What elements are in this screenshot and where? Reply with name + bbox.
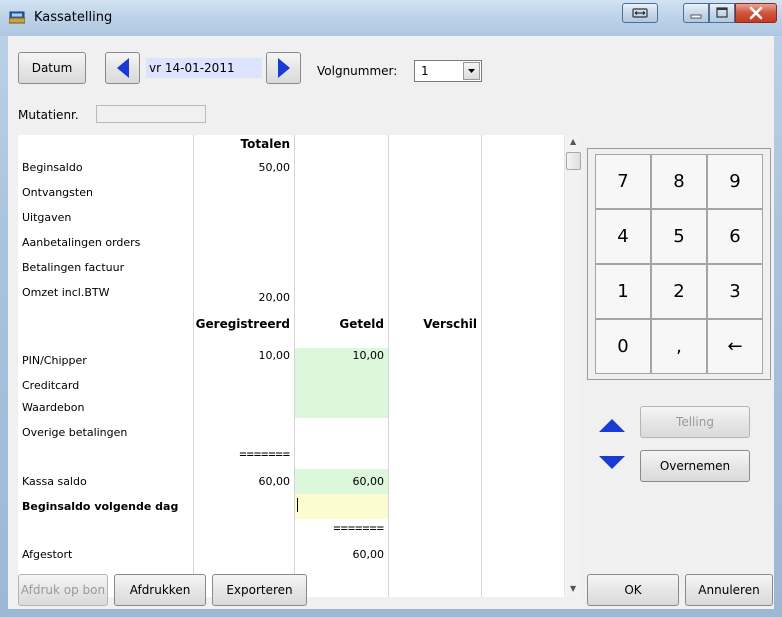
key-5[interactable]: 5 xyxy=(651,209,707,264)
annuleren-button[interactable]: Annuleren xyxy=(685,574,773,606)
row-value-uitgaven xyxy=(193,205,294,230)
row-label-afgestort: Afgestort xyxy=(22,548,73,561)
header-geregistreerd: Geregistreerd xyxy=(195,316,290,331)
row-value-ontvangsten xyxy=(193,180,294,205)
header-geteld: Geteld xyxy=(339,316,384,331)
row-geteld-overige[interactable] xyxy=(294,420,388,445)
date-field[interactable]: vr 14-01-2011 xyxy=(146,58,262,78)
resize-arrows-icon xyxy=(632,8,648,18)
row-label-waardebon: Waardebon xyxy=(22,401,85,414)
totals-separator: ======= xyxy=(239,446,290,461)
key-3[interactable]: 3 xyxy=(707,264,763,319)
afgestort-separator: ======= xyxy=(333,520,384,535)
mutatienr-field xyxy=(96,105,206,123)
maximize-icon xyxy=(716,7,728,18)
key-0[interactable]: 0 xyxy=(595,319,651,374)
previous-date-button[interactable] xyxy=(105,52,140,84)
volgnummer-select[interactable]: 1 xyxy=(414,60,482,82)
minimize-icon xyxy=(690,14,702,19)
row-label-beginsaldo-volgende: Beginsaldo volgende dag xyxy=(22,500,179,513)
row-value-aanbetalingen xyxy=(193,230,294,255)
arrow-left-icon xyxy=(116,58,129,78)
key-6[interactable]: 6 xyxy=(707,209,763,264)
key-9[interactable]: 9 xyxy=(707,154,763,209)
row-label-ontvangsten: Ontvangsten xyxy=(22,186,93,199)
kassa-grid[interactable]: Totalen Beginsaldo 50,00 Ontvangsten Uit… xyxy=(18,135,581,597)
mutatienr-label: Mutatienr. xyxy=(18,108,79,122)
volgnummer-value: 1 xyxy=(421,64,429,78)
row-geteld-waardebon[interactable] xyxy=(294,395,388,420)
cash-register-icon xyxy=(9,11,25,24)
scroll-down-icon[interactable]: ▼ xyxy=(570,584,576,593)
arrow-up-icon xyxy=(599,419,625,432)
dropdown-arrow[interactable] xyxy=(463,62,480,80)
numeric-keypad: 7 8 9 4 5 6 1 2 3 0 , ← xyxy=(587,148,771,380)
maximize-button[interactable] xyxy=(709,3,735,23)
row-value-betalingen-factuur xyxy=(193,255,294,280)
row-value-omzet: 20,00 xyxy=(258,291,291,304)
close-button[interactable] xyxy=(735,3,777,23)
exporteren-button[interactable]: Exporteren xyxy=(212,574,307,606)
close-icon xyxy=(749,6,763,20)
grid-scrollbar[interactable]: ▲ ▼ xyxy=(564,135,581,597)
row-label-pin: PIN/Chipper xyxy=(22,354,87,367)
row-label-beginsaldo: Beginsaldo xyxy=(22,161,83,174)
afdrukken-button[interactable]: Afdrukken xyxy=(114,574,206,606)
row-value-beginsaldo: 50,00 xyxy=(258,161,291,174)
key-7[interactable]: 7 xyxy=(595,154,651,209)
ok-button[interactable]: OK xyxy=(587,574,679,606)
volgnummer-label: Volgnummer: xyxy=(317,64,398,78)
scroll-up-icon[interactable]: ▲ xyxy=(570,137,576,146)
overnemen-button[interactable]: Overnemen xyxy=(640,450,750,482)
row-value-afgestort: 60,00 xyxy=(352,548,385,561)
key-4[interactable]: 4 xyxy=(595,209,651,264)
datum-button[interactable]: Datum xyxy=(18,52,86,84)
row-geregistreerd-kassa-saldo: 60,00 xyxy=(258,475,291,488)
header-verschil: Verschil xyxy=(423,316,477,331)
row-geteld-pin[interactable]: 10,00 xyxy=(294,343,388,368)
column-divider xyxy=(481,135,482,597)
minimize-button[interactable] xyxy=(683,3,709,23)
telling-button[interactable]: Telling xyxy=(640,406,750,438)
window-frame: Kassatelling Datum vr 14-01-2011 Volgnum… xyxy=(0,0,782,617)
row-label-overige: Overige betalingen xyxy=(22,426,128,439)
row-label-omzet: Omzet incl.BTW xyxy=(22,286,110,299)
key-2[interactable]: 2 xyxy=(651,264,707,319)
scrollbar-thumb[interactable] xyxy=(566,152,581,170)
key-8[interactable]: 8 xyxy=(651,154,707,209)
row-label-betalingen-factuur: Betalingen factuur xyxy=(22,261,125,274)
afdruk-op-bon-button[interactable]: Afdruk op bon xyxy=(18,574,108,606)
next-date-button[interactable] xyxy=(266,52,301,84)
move-down-button[interactable] xyxy=(592,450,632,476)
key-comma[interactable]: , xyxy=(651,319,707,374)
arrow-down-icon xyxy=(599,456,625,469)
client-area: Datum vr 14-01-2011 Volgnummer: 1 Mutati… xyxy=(8,36,774,609)
title-bar[interactable]: Kassatelling xyxy=(0,0,782,36)
resize-button[interactable] xyxy=(622,3,658,23)
row-label-uitgaven: Uitgaven xyxy=(22,211,72,224)
row-label-aanbetalingen: Aanbetalingen orders xyxy=(22,236,141,249)
row-geteld-kassa-saldo: 60,00 xyxy=(352,475,385,488)
row-label-kassa-saldo: Kassa saldo xyxy=(22,475,87,488)
window-title: Kassatelling xyxy=(34,10,113,25)
column-divider xyxy=(388,135,389,597)
header-totalen: Totalen xyxy=(240,137,290,151)
key-1[interactable]: 1 xyxy=(595,264,651,319)
chevron-down-icon xyxy=(468,69,475,73)
arrow-right-icon xyxy=(277,58,290,78)
row-geregistreerd-waardebon xyxy=(193,395,294,420)
backspace-key[interactable]: ← xyxy=(707,319,763,374)
row-geregistreerd-pin: 10,00 xyxy=(258,349,291,362)
move-up-button[interactable] xyxy=(592,412,632,438)
